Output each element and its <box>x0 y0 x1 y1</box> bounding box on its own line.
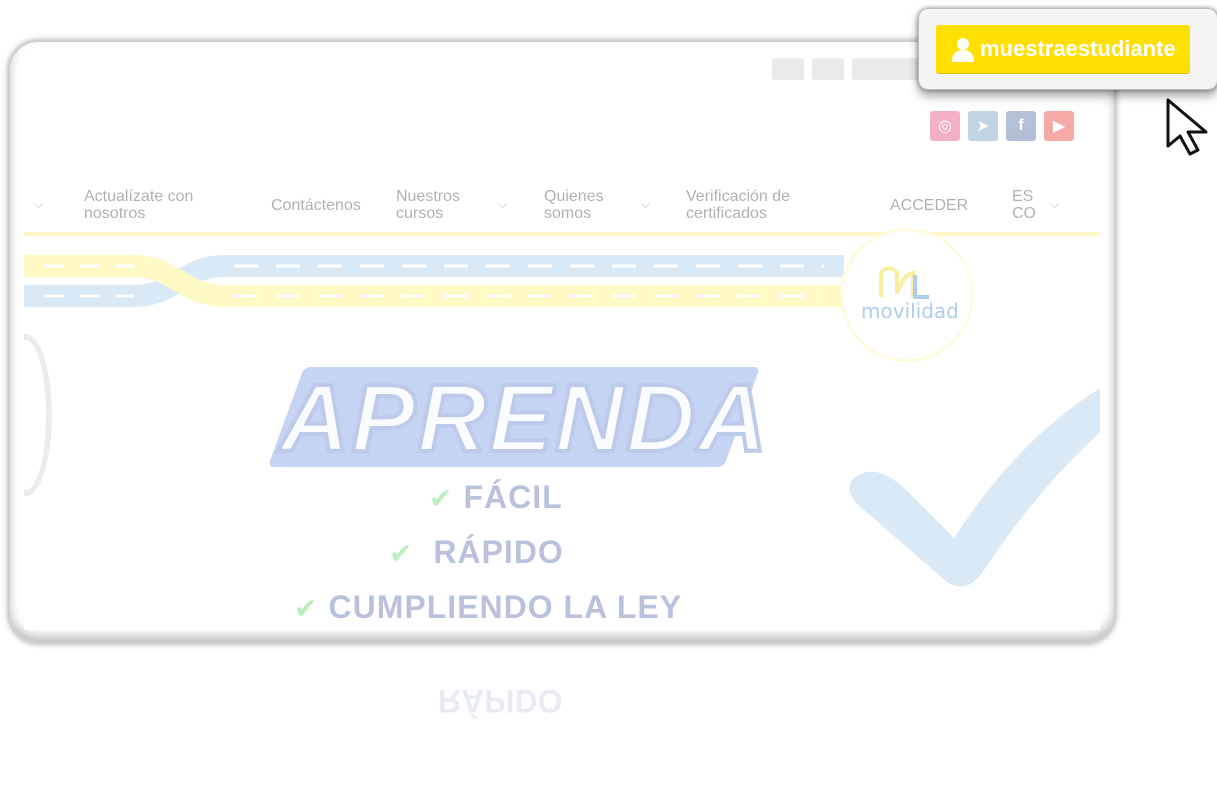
chevron-down-icon[interactable]: ⌵ <box>498 197 507 212</box>
reflection-text: CUMPLIENDO LA LEY <box>278 642 615 649</box>
card-reflection: CUMPLIENDO LA LEY RÁPIDO <box>8 642 1112 796</box>
website-preview: ◎ ➤ f ▶ ⌵ Actualízate con nosotros Contá… <box>24 54 1100 630</box>
nav-label: Quienes <box>544 188 604 205</box>
nav-item-verificacion[interactable]: Verificación de certificados <box>686 188 790 222</box>
nav-item-contactenos[interactable]: Contáctenos <box>271 197 361 214</box>
language-selector[interactable]: ES CO <box>1012 188 1036 222</box>
youtube-icon[interactable]: ▶ <box>1044 111 1074 141</box>
social-icons: ◎ ➤ f ▶ <box>930 111 1074 141</box>
logo-text: movilidad <box>861 299 959 323</box>
check-icon: ✔ <box>389 538 414 569</box>
top-button[interactable] <box>772 58 804 80</box>
road-graphic <box>24 255 844 307</box>
hero-title: APRENDA <box>278 363 769 474</box>
big-check-icon <box>849 388 1100 587</box>
reflection-text: RÁPIDO <box>438 683 563 719</box>
nav-label: Nuestros <box>396 188 461 205</box>
nav-item-acceder[interactable]: ACCEDER <box>890 197 968 214</box>
nav-label: cursos <box>396 205 444 222</box>
user-account-button[interactable]: muestraestudiante <box>936 25 1190 73</box>
nav-label: Actualízate con <box>84 188 194 205</box>
faded-content: ◎ ➤ f ▶ ⌵ Actualízate con nosotros Contá… <box>24 54 1100 630</box>
side-shape <box>24 334 52 496</box>
hero-bullet: ✔ FÁCIL <box>429 479 563 515</box>
nav-label: nosotros <box>84 205 146 222</box>
facebook-icon[interactable]: f <box>1006 111 1036 141</box>
nav-item-quienes-somos[interactable]: Quienes somos <box>544 188 604 222</box>
nav-label: Verificación de <box>686 188 791 205</box>
top-button[interactable] <box>812 58 844 80</box>
instagram-icon[interactable]: ◎ <box>930 111 960 141</box>
chevron-down-icon[interactable]: ⌵ <box>641 197 650 212</box>
movilidad-logo: movilidad <box>840 228 974 362</box>
mouse-cursor-icon <box>1166 98 1208 156</box>
check-icon: ✔ <box>429 483 454 514</box>
nav-label: somos <box>544 205 592 222</box>
nav-item-nuestros-cursos[interactable]: Nuestros cursos <box>396 188 460 222</box>
hero-bullet: ✔ CUMPLIENDO LA LEY <box>294 589 683 625</box>
user-icon <box>952 38 974 62</box>
nav-label: ES <box>1012 188 1034 205</box>
main-nav: ⌵ Actualízate con nosotros Contáctenos N… <box>24 176 1100 236</box>
chevron-down-icon: ⌵ <box>34 197 44 211</box>
telegram-icon[interactable]: ➤ <box>968 111 998 141</box>
nav-item-actualizate[interactable]: Actualízate con nosotros <box>84 188 193 222</box>
website-preview-card: ◎ ➤ f ▶ ⌵ Actualízate con nosotros Contá… <box>8 40 1116 644</box>
user-name: muestraestudiante <box>980 36 1176 61</box>
logo-mark-icon <box>879 266 929 299</box>
top-buttons <box>772 58 930 80</box>
hero-bullet: ✔ RÁPIDO <box>389 534 564 570</box>
nav-label: certificados <box>686 205 767 222</box>
chevron-down-icon[interactable]: ⌵ <box>1050 197 1059 212</box>
check-icon: ✔ <box>294 593 319 624</box>
nav-label: CO <box>1012 205 1036 222</box>
